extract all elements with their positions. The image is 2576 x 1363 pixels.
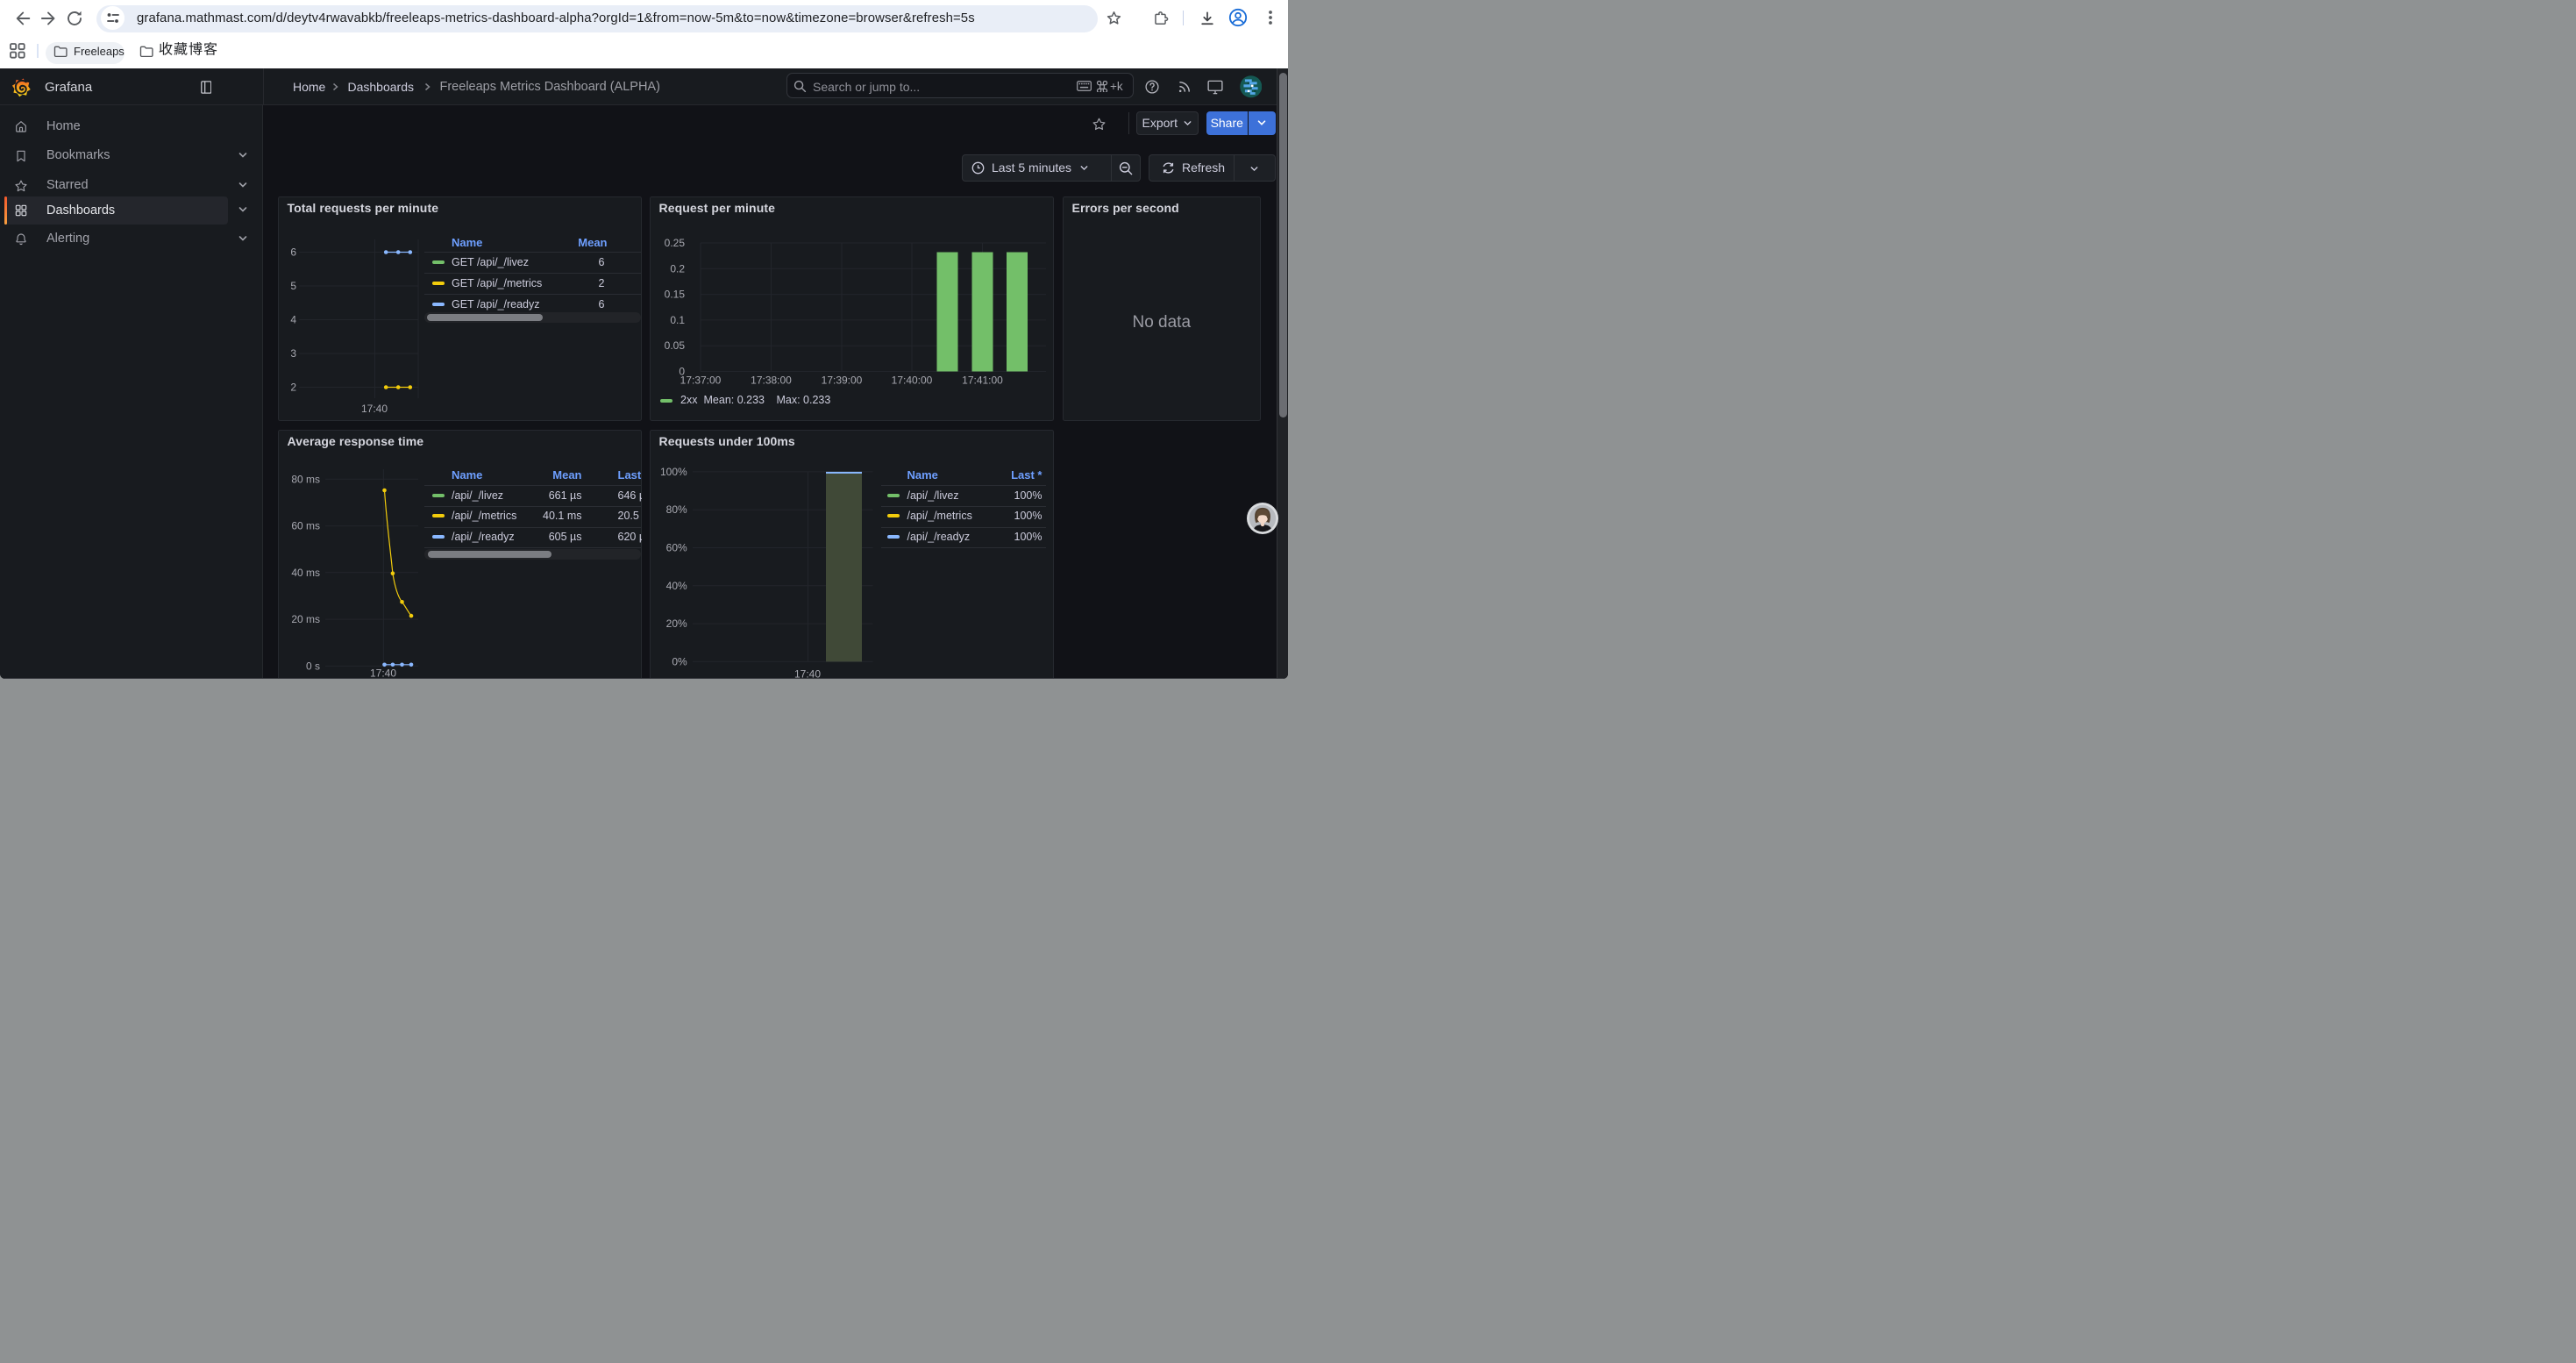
svg-text:17:39:00: 17:39:00 bbox=[821, 374, 862, 386]
svg-text:4: 4 bbox=[290, 313, 296, 325]
svg-text:6: 6 bbox=[290, 246, 296, 258]
svg-text:0.05: 0.05 bbox=[664, 339, 685, 352]
svg-text:17:40: 17:40 bbox=[369, 667, 395, 679]
svg-text:3: 3 bbox=[290, 347, 296, 360]
svg-text:40%: 40% bbox=[665, 579, 687, 591]
svg-text:0%: 0% bbox=[672, 655, 687, 667]
svg-text:17:37:00: 17:37:00 bbox=[680, 374, 721, 386]
svg-text:40 ms: 40 ms bbox=[291, 566, 320, 578]
svg-text:100%: 100% bbox=[659, 465, 687, 477]
svg-text:0.15: 0.15 bbox=[664, 288, 685, 300]
svg-text:0.25: 0.25 bbox=[664, 237, 685, 249]
svg-text:0 s: 0 s bbox=[305, 660, 319, 672]
svg-text:2: 2 bbox=[290, 381, 296, 393]
svg-text:17:40: 17:40 bbox=[360, 403, 387, 415]
svg-text:17:38:00: 17:38:00 bbox=[751, 374, 792, 386]
svg-text:80 ms: 80 ms bbox=[291, 473, 320, 485]
svg-text:0.1: 0.1 bbox=[670, 313, 685, 325]
svg-text:60 ms: 60 ms bbox=[291, 519, 320, 532]
svg-text:20%: 20% bbox=[665, 617, 687, 630]
svg-text:60%: 60% bbox=[665, 541, 687, 553]
svg-text:0.2: 0.2 bbox=[670, 262, 685, 275]
svg-text:5: 5 bbox=[290, 280, 296, 292]
svg-text:20 ms: 20 ms bbox=[291, 613, 320, 625]
svg-text:80%: 80% bbox=[665, 503, 687, 516]
svg-text:17:40:00: 17:40:00 bbox=[891, 374, 932, 386]
svg-text:17:41:00: 17:41:00 bbox=[962, 374, 1003, 386]
